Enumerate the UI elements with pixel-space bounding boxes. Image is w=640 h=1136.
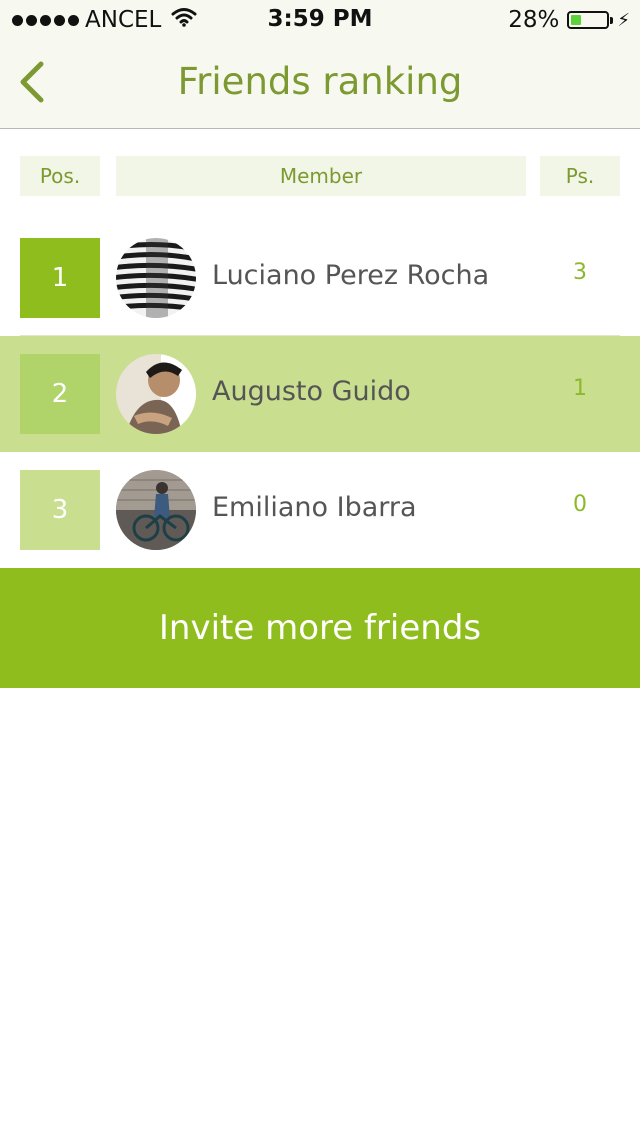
nav-bar: Friends ranking [0,40,640,129]
header-member: Member [116,156,526,196]
position-badge: 1 [20,238,100,318]
avatar [116,354,196,434]
member-points: 1 [573,376,587,401]
status-bar: ANCEL 3:59 PM 28% ⚡ [0,0,640,40]
position-badge: 3 [20,470,100,550]
bolt-icon: ⚡ [617,9,630,31]
position-badge: 2 [20,354,100,434]
ranking-row-1[interactable]: 1 Luciano Perez Rocha 3 [0,220,640,336]
member-name: Emiliano Ibarra [212,492,417,523]
member-points: 0 [573,492,587,517]
ranking-row-3[interactable]: 3 Emiliano Ibarra 0 [0,452,640,568]
invite-friends-button[interactable]: Invite more friends [0,568,640,688]
member-points: 3 [573,260,587,285]
member-name: Augusto Guido [212,376,411,407]
page-title: Friends ranking [177,60,463,103]
header-position: Pos. [20,156,100,196]
avatar [116,470,196,550]
battery-icon [567,11,614,29]
ranking-row-2[interactable]: 2 Augusto Guido 1 [0,336,640,452]
member-name: Luciano Perez Rocha [212,260,490,291]
status-right: 28% ⚡ [508,7,630,33]
header-points: Ps. [540,156,620,196]
battery-percent: 28% [508,7,560,33]
battery-level [571,15,582,25]
avatar [116,238,196,318]
ranking-header: Pos. Member Ps. [0,156,640,196]
